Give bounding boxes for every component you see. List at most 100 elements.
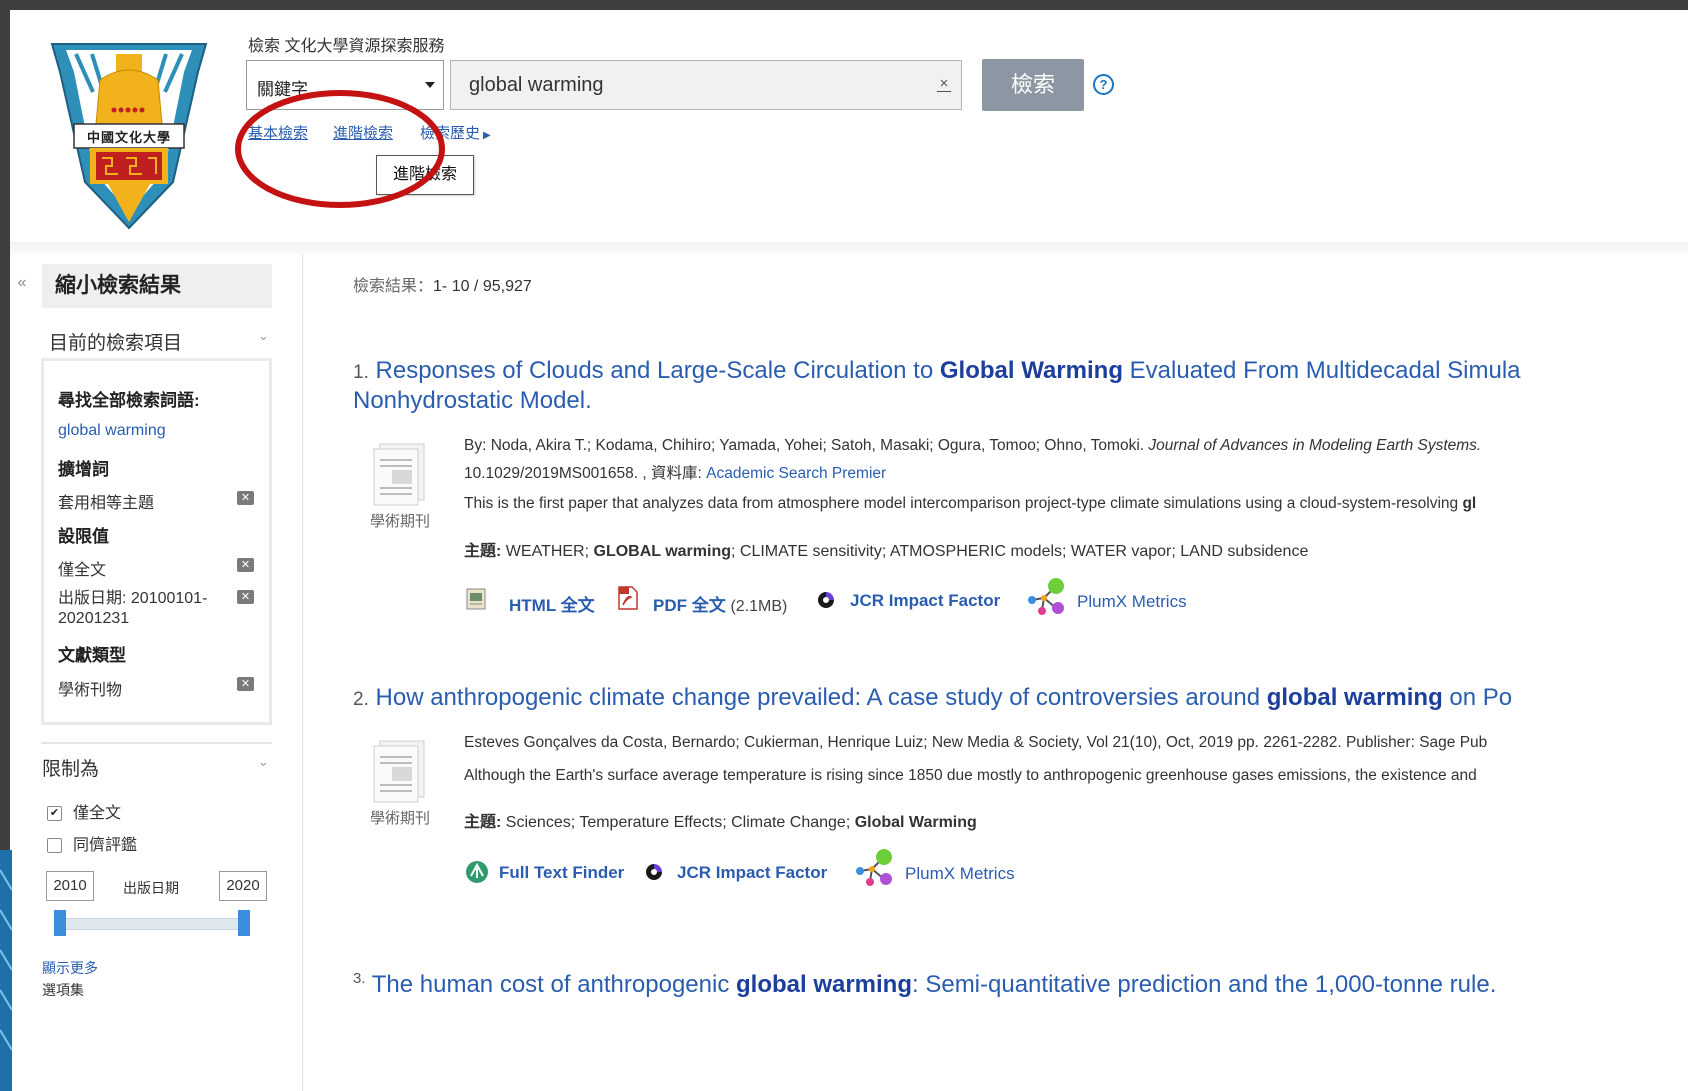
search-input[interactable]: global warming × <box>450 60 962 110</box>
result-1-number: 1. <box>353 362 369 383</box>
result-1-abstract: This is the first paper that analyzes da… <box>464 495 1476 513</box>
pdf-icon[interactable] <box>616 585 640 611</box>
result-1-subject-text: WEATHER; <box>501 543 594 560</box>
result-2-number: 2. <box>353 689 369 710</box>
html-fulltext-icon[interactable] <box>465 587 489 611</box>
result-1-authors: By: Noda, Akira T.; Kodama, Chihiro; Yam… <box>464 437 1149 454</box>
plumx-icon[interactable] <box>854 847 900 887</box>
html-fulltext-link[interactable]: HTML 全文 <box>509 591 595 616</box>
options-link[interactable]: 選項集 <box>42 980 84 1000</box>
doctype-item: 學術刊物 <box>58 682 123 699</box>
browser-page: 中國文化大學 檢索 文化大學資源探索服務 關鍵字 global warming … <box>10 10 1688 1091</box>
remove-date-icon[interactable]: ✕ <box>237 590 254 604</box>
remove-doctype-icon[interactable]: ✕ <box>237 677 254 691</box>
doctype-label: 文獻類型 <box>58 646 126 665</box>
result-2-subject-label: 主題: <box>464 814 502 831</box>
result-3-number: 3. <box>353 970 366 987</box>
header-divider <box>10 242 1688 254</box>
result-2-title-part: on Po <box>1442 684 1513 711</box>
result-1-subjects: 主題: WEATHER; GLOBAL warming; CLIMATE sen… <box>464 537 1308 561</box>
jcr-link[interactable]: JCR Impact Factor <box>677 863 827 883</box>
jcr-icon[interactable] <box>644 862 664 882</box>
result-1-abstract-highlight: gl <box>1462 495 1477 512</box>
limit-to-heading[interactable]: 限制為 <box>42 754 99 781</box>
expanders-label: 擴增詞 <box>58 460 109 479</box>
limiters-label: 設限值 <box>58 527 109 546</box>
fulltext-checkbox-label: 僅全文 <box>73 805 122 822</box>
result-2-subjects: 主題: Sciences; Temperature Effects; Clima… <box>464 808 977 832</box>
result-count-value: 1- 10 / 95,927 <box>433 278 532 295</box>
search-button[interactable]: 檢索 <box>982 59 1084 111</box>
result-2-source: Esteves Gonçalves da Costa, Bernardo; Cu… <box>464 734 1488 751</box>
jcr-icon[interactable] <box>816 590 836 610</box>
result-1-subject-highlight: GLOBAL warming <box>593 543 732 560</box>
year-to-input[interactable]: 2020 <box>219 871 267 901</box>
result-2-subject-text: Sciences; Temperature Effects; Climate C… <box>501 814 855 831</box>
slider-handle-start[interactable] <box>54 910 66 936</box>
sidebar-divider-line <box>41 742 272 744</box>
expander-item: 套用相等主題 <box>58 495 155 512</box>
chevron-down-icon[interactable]: ⌄ <box>258 328 269 344</box>
result-3-title-highlight: global warming <box>735 971 912 998</box>
jcr-link[interactable]: JCR Impact Factor <box>850 591 1000 611</box>
fulltext-checkbox[interactable]: ✔ <box>47 806 62 821</box>
sidebar-divider <box>302 254 303 1091</box>
result-2-abstract: Although the Earth's surface average tem… <box>464 767 1477 784</box>
slide-decoration <box>0 850 12 1091</box>
help-icon[interactable]: ? <box>1093 74 1114 95</box>
result-1-source: By: Noda, Akira T.; Kodama, Chihiro; Yam… <box>464 437 1481 455</box>
result-1-abstract-text: This is the first paper that analyzes da… <box>464 495 1463 512</box>
pdf-fulltext[interactable]: PDF 全文 (2.1MB) <box>653 591 787 616</box>
plumx-link[interactable]: PlumX Metrics <box>1077 592 1187 612</box>
full-text-finder-icon[interactable] <box>465 860 489 884</box>
clear-icon[interactable]: × <box>937 76 951 92</box>
chevron-down-icon[interactable]: ⌄ <box>258 754 269 770</box>
triangle-right-icon: ▶ <box>483 130 491 141</box>
pdf-fulltext-link[interactable]: PDF 全文 <box>653 596 726 615</box>
result-1-title-part: Evaluated From Multidecadal Simula <box>1122 357 1521 384</box>
search-input-value: global warming <box>469 74 604 96</box>
result-1-doi-text: 10.1029/2019MS001658. , 資料庫: <box>464 465 707 482</box>
query-link[interactable]: global warming <box>58 422 166 440</box>
result-1-title-line2[interactable]: Nonhydrostatic Model. <box>353 386 592 416</box>
result-2-title-part: How anthropogenic climate change prevail… <box>375 684 1267 711</box>
date-slider-track[interactable] <box>58 918 250 930</box>
journal-article-icon <box>373 443 425 506</box>
result-count: 檢索結果：1- 10 / 95,927 <box>353 272 532 296</box>
year-from-input[interactable]: 2010 <box>46 871 94 901</box>
result-1-doi: 10.1029/2019MS001658. , 資料庫: Academic Se… <box>464 461 886 483</box>
result-3-title[interactable]: 3. The human cost of anthropogenic globa… <box>353 964 1496 1000</box>
result-count-label: 檢索結果： <box>353 278 434 295</box>
full-text-finder-link[interactable]: Full Text Finder <box>499 863 624 883</box>
peer-review-checkbox[interactable] <box>47 838 62 853</box>
university-logo[interactable]: 中國文化大學 <box>48 32 210 232</box>
remove-expander-icon[interactable]: ✕ <box>237 491 254 505</box>
collapse-sidebar-button[interactable]: « <box>10 274 34 292</box>
plumx-link[interactable]: PlumX Metrics <box>905 864 1015 884</box>
result-3-title-part: The human cost of anthropogenic <box>371 971 736 998</box>
plumx-icon[interactable] <box>1026 576 1072 616</box>
result-1-database-link[interactable]: Academic Search Premier <box>706 465 886 482</box>
find-all-label: 尋找全部檢索詞語: <box>58 391 200 410</box>
refine-results-title: 縮小檢索結果 <box>42 264 272 308</box>
slider-handle-end[interactable] <box>238 910 250 936</box>
highlight-ellipse <box>235 90 445 208</box>
year-range-label: 出版日期 <box>123 880 179 896</box>
result-1-subject-text: ; CLIMATE sensitivity; ATMOSPHERIC model… <box>731 543 1309 560</box>
result-3-title-part: : Semi-quantitative prediction and the 1… <box>912 971 1497 998</box>
result-2-type: 學術期刊 <box>369 810 430 827</box>
result-1-title-part: Responses of Clouds and Large-Scale Circ… <box>375 357 940 384</box>
header: 中國文化大學 檢索 文化大學資源探索服務 關鍵字 global warming … <box>10 10 1688 242</box>
result-2-title[interactable]: 2. How anthropogenic climate change prev… <box>353 683 1512 715</box>
limiter-fulltext: 僅全文 <box>58 562 107 579</box>
limiter-date: 出版日期: 20100101-20201231 <box>58 590 208 627</box>
pdf-size: (2.1MB) <box>730 598 788 615</box>
result-2-title-highlight: global warming <box>1266 684 1443 711</box>
result-2-subject-highlight: Global Warming <box>854 814 977 831</box>
result-1-title[interactable]: 1. Responses of Clouds and Large-Scale C… <box>353 356 1521 388</box>
current-search-heading[interactable]: 目前的檢索項目 <box>49 328 182 355</box>
service-label: 檢索 文化大學資源探索服務 <box>248 38 445 55</box>
result-1-title-highlight: Global Warming <box>939 357 1123 384</box>
show-more-link[interactable]: 顯示更多 <box>42 958 98 978</box>
remove-fulltext-icon[interactable]: ✕ <box>237 558 254 572</box>
